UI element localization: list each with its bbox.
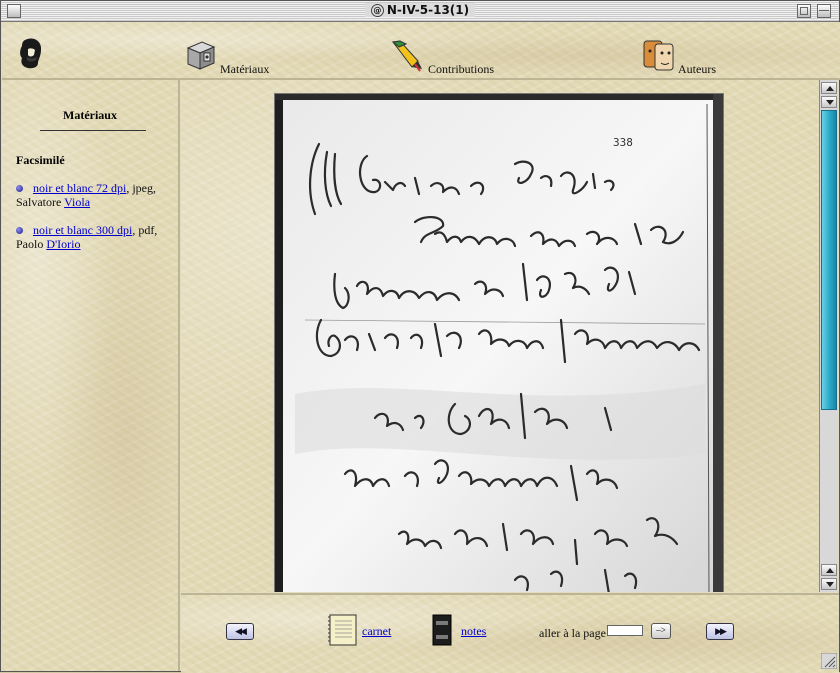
globe-icon: @	[370, 4, 384, 17]
bottom-navigation: ◀◀ carnet notes aller à la page –> ▶▶	[181, 593, 839, 673]
facsimile-entry: noir et blanc 300 dpi, pdf, Paolo D'Iori…	[16, 223, 176, 251]
contributor-text: Salvatore	[16, 195, 65, 209]
sidebar-title: Matériaux	[63, 108, 117, 122]
vertical-scrollbar[interactable]	[819, 80, 838, 592]
resize-grip-icon[interactable]	[821, 653, 837, 669]
contributor-link-diorio[interactable]: D'Iorio	[46, 237, 80, 251]
manuscript-facsimile-image: 338	[275, 94, 723, 592]
bullet-icon	[16, 185, 23, 192]
page-number-mark: 338	[613, 136, 633, 149]
go-button[interactable]: –>	[651, 623, 671, 639]
page-number-input[interactable]	[607, 625, 643, 636]
manuscript-view: 338	[181, 80, 819, 592]
bullet-icon	[16, 227, 23, 234]
facsimile-entry: noir et blanc 72 dpi, jpeg, Salvatore Vi…	[16, 181, 176, 209]
contributor-text: Paolo	[16, 237, 47, 251]
window-title: @ N-IV-5-13(1)	[1, 3, 839, 17]
scroll-up-arrow-icon[interactable]	[821, 564, 837, 576]
link-noir-et-blanc-300dpi[interactable]: noir et blanc 300 dpi	[33, 223, 132, 237]
section-heading-facsimile: Facsimilé	[16, 153, 65, 167]
nietzsche-portrait-logo-icon[interactable]	[16, 36, 46, 70]
sidebar-divider	[40, 130, 146, 131]
sidebar: Matériaux Facsimilé noir et blanc 72 dpi…	[2, 80, 180, 671]
next-page-button[interactable]: ▶▶	[706, 623, 734, 640]
carnet-link[interactable]: carnet	[362, 624, 391, 639]
previous-page-button[interactable]: ◀◀	[226, 623, 254, 640]
zoom-box[interactable]	[797, 4, 811, 18]
goto-page-label: aller à la page	[539, 626, 606, 640]
carnet-notebook-icon[interactable]	[327, 613, 359, 647]
link-noir-et-blanc-72dpi[interactable]: noir et blanc 72 dpi	[33, 181, 126, 195]
collapse-box[interactable]	[817, 4, 831, 18]
scroll-down-arrow-icon[interactable]	[821, 96, 837, 108]
authors-faces-icon	[643, 40, 674, 71]
format-text: , jpeg,	[126, 181, 156, 195]
nav-contributions-label: Contributions	[428, 62, 495, 76]
top-navigation: Matériaux Contributions Auteurs	[2, 22, 840, 80]
scroll-down-arrow-icon[interactable]	[821, 578, 837, 590]
notes-link[interactable]: notes	[461, 624, 486, 639]
handwritten-page-drawing: 338	[275, 94, 723, 592]
materials-box-icon	[186, 41, 216, 70]
notes-book-icon[interactable]	[431, 613, 453, 647]
nav-materiaux-label: Matériaux	[220, 62, 270, 76]
title-bar[interactable]: @ N-IV-5-13(1)	[1, 1, 839, 22]
contributor-link-viola[interactable]: Viola	[64, 195, 90, 209]
format-text: , pdf,	[132, 223, 158, 237]
scroll-thumb[interactable]	[821, 110, 837, 410]
scroll-up-arrow-icon[interactable]	[821, 82, 837, 94]
browser-window: @ N-IV-5-13(1) Matériaux Contributions A…	[0, 0, 840, 673]
pen-icon	[391, 40, 422, 72]
nav-auteurs-label: Auteurs	[678, 62, 716, 76]
